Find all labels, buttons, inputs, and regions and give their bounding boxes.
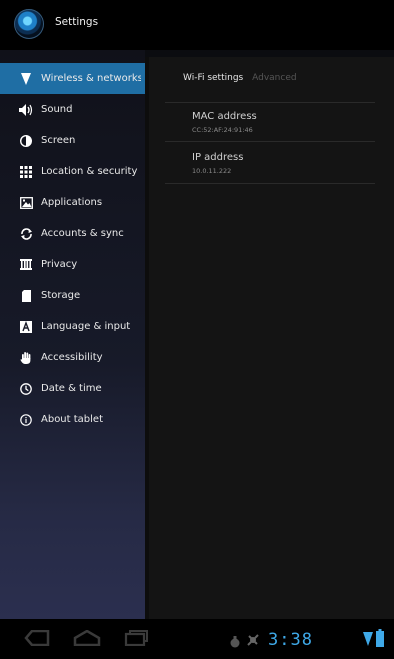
- applications-icon: [19, 196, 33, 210]
- system-bar: 3:38: [0, 619, 394, 659]
- sidebar-item-label: Wireless & networks: [41, 73, 141, 84]
- sidebar-item-privacy[interactable]: Privacy: [0, 249, 145, 280]
- settings-app-icon[interactable]: [14, 9, 44, 39]
- sidebar-item-label: Sound: [41, 104, 73, 115]
- language-icon: [19, 320, 33, 334]
- hand-icon: [19, 351, 33, 365]
- sidebar-item-label: Accounts & sync: [41, 228, 124, 239]
- mac-address-label: MAC address: [192, 111, 257, 122]
- action-bar: Settings: [0, 0, 394, 50]
- recent-apps-icon[interactable]: [124, 630, 148, 650]
- speaker-icon: [19, 103, 33, 117]
- sidebar-item-accessibility[interactable]: Accessibility: [0, 342, 145, 373]
- sidebar-item-label: About tablet: [41, 414, 103, 425]
- ip-address-value: 10.0.11.222: [192, 167, 232, 175]
- divider: [165, 183, 375, 184]
- wifi-settings-pane: Wi-Fi settings Advanced MAC address CC:5…: [145, 57, 394, 619]
- wifi-signal-icon: [363, 630, 373, 650]
- debug-icon: [246, 632, 260, 651]
- settings-sidebar: Wireless & networks Sound Screen Locatio…: [0, 50, 145, 619]
- tab-wifi-settings[interactable]: Wi-Fi settings: [183, 73, 243, 83]
- usb-icon: [229, 633, 241, 652]
- sidebar-item-date-time[interactable]: Date & time: [0, 373, 145, 404]
- sidebar-item-location[interactable]: Location & security: [0, 156, 145, 187]
- privacy-icon: [19, 258, 33, 272]
- settings-tabs: Wi-Fi settings Advanced: [183, 73, 297, 83]
- pane-divider: [145, 57, 149, 619]
- clock-icon: [19, 382, 33, 396]
- sidebar-item-label: Storage: [41, 290, 81, 301]
- divider: [165, 141, 375, 142]
- sync-icon: [19, 227, 33, 241]
- sidebar-item-label: Applications: [41, 197, 103, 208]
- storage-icon: [19, 289, 33, 303]
- divider: [165, 102, 375, 103]
- sidebar-item-accounts[interactable]: Accounts & sync: [0, 218, 145, 249]
- sidebar-item-label: Screen: [41, 135, 76, 146]
- sidebar-item-label: Location & security: [41, 166, 138, 177]
- sidebar-item-about[interactable]: About tablet: [0, 404, 145, 435]
- sidebar-item-sound[interactable]: Sound: [0, 94, 145, 125]
- sidebar-item-storage[interactable]: Storage: [0, 280, 145, 311]
- info-icon: [19, 413, 33, 427]
- sidebar-item-language[interactable]: Language & input: [0, 311, 145, 342]
- sidebar-item-label: Language & input: [41, 321, 131, 332]
- status-clock: 3:38: [268, 630, 313, 650]
- tab-advanced[interactable]: Advanced: [252, 73, 296, 83]
- ip-address-label: IP address: [192, 152, 244, 163]
- battery-icon: [376, 629, 384, 651]
- sidebar-item-label: Date & time: [41, 383, 102, 394]
- mac-address-value: CC:52:AF:24:91:46: [192, 126, 253, 134]
- sidebar-item-label: Accessibility: [41, 352, 103, 363]
- sidebar-item-wireless[interactable]: Wireless & networks: [0, 63, 145, 94]
- sidebar-item-applications[interactable]: Applications: [0, 187, 145, 218]
- wifi-icon: [19, 72, 33, 86]
- brightness-icon: [19, 134, 33, 148]
- home-icon[interactable]: [73, 629, 101, 650]
- keypad-icon: [19, 165, 33, 179]
- app-title: Settings: [55, 16, 99, 28]
- sidebar-item-label: Privacy: [41, 259, 78, 270]
- sidebar-item-screen[interactable]: Screen: [0, 125, 145, 156]
- back-icon[interactable]: [24, 629, 50, 650]
